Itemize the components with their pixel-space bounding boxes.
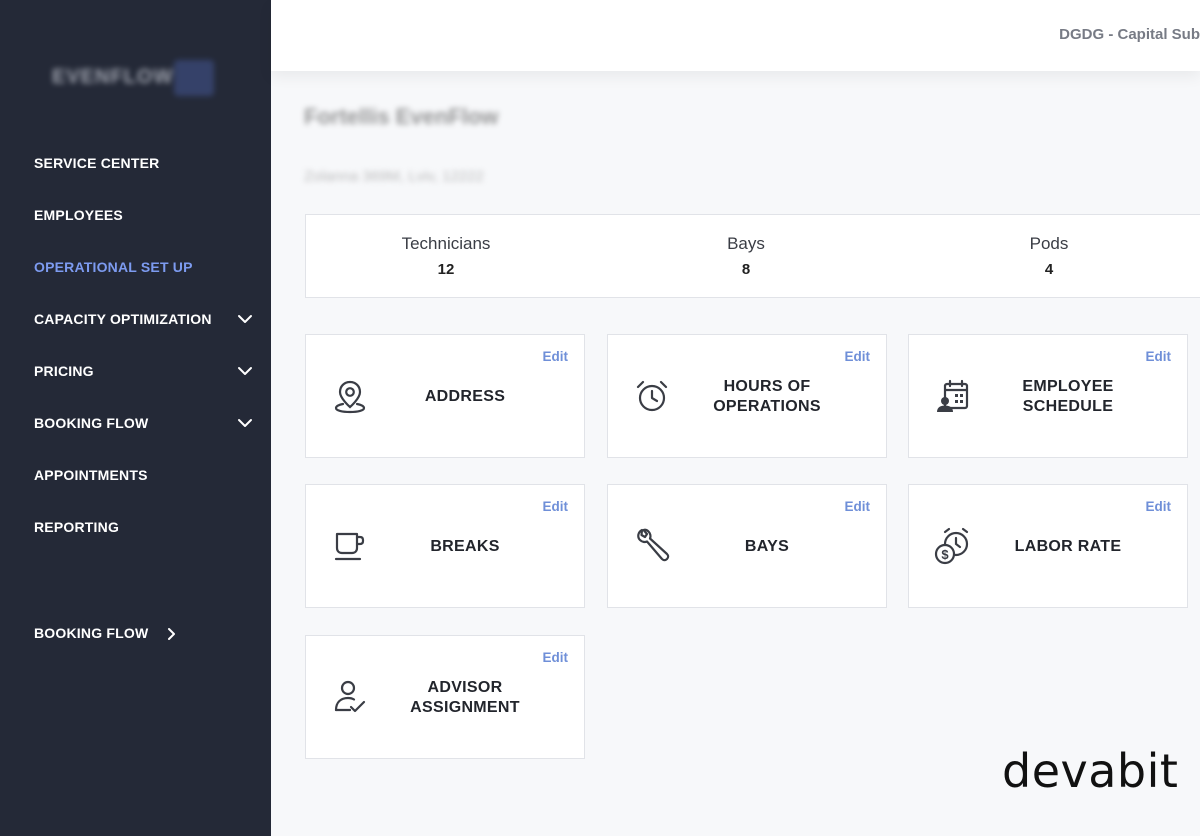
sidebar-item-appointments[interactable]: APPOINTMENTS [34, 465, 264, 485]
card-label: BREAKS [430, 538, 500, 555]
stat-label: Bays [727, 234, 765, 253]
sidebar-item-pricing[interactable]: PRICING [34, 361, 264, 381]
card-labor-rate[interactable]: Edit $ LABOR RATE [908, 484, 1188, 608]
card-label: ADDRESS [424, 388, 506, 405]
card-label: LABOR RATE [1014, 538, 1122, 555]
stat-value: 8 [741, 261, 751, 278]
card-advisor-assignment[interactable]: Edit ADVISOR ASSIGNMENT [305, 635, 585, 759]
stat-pods: Pods 4 [949, 233, 1149, 278]
stat-label: Pods [1029, 234, 1069, 253]
coffee-cup-icon [334, 532, 365, 561]
sidebar-item-label: APPOINTMENTS [34, 467, 148, 483]
sidebar-item-label: PRICING [34, 363, 94, 379]
sidebar-item-label: SERVICE CENTER [34, 155, 160, 171]
watermark: devabit [1002, 744, 1179, 798]
card-breaks[interactable]: Edit BREAKS [305, 484, 585, 608]
sidebar-item-label: CAPACITY OPTIMIZATION [34, 311, 212, 327]
sidebar-item-booking-flow[interactable]: BOOKING FLOW [34, 413, 264, 433]
card-label: EMPLOYEE SCHEDULE [1022, 378, 1114, 415]
card-employee-schedule[interactable]: Edit EMPLOYEE SCHEDULE [908, 334, 1188, 458]
sidebar-item-label: BOOKING FLOW [34, 415, 149, 431]
chevron-down-icon[interactable] [236, 310, 254, 328]
top-bar: DGDG - Capital Sub [271, 0, 1200, 71]
stat-technicians: Technicians 12 [346, 233, 546, 278]
app-logo[interactable]: EVENFLOW [52, 60, 214, 98]
card-label: HOURS OF OPERATIONS [713, 378, 821, 415]
sidebar-item-employees[interactable]: EMPLOYEES [34, 205, 264, 225]
sidebar-item-service-center[interactable]: SERVICE CENTER [34, 153, 264, 173]
card-bays[interactable]: Edit BAYS [607, 484, 887, 608]
stat-value: 12 [437, 261, 455, 278]
person-check-icon [334, 680, 366, 713]
calendar-person-icon [937, 379, 969, 412]
wrench-icon [637, 528, 670, 562]
chevron-right-icon[interactable] [164, 627, 178, 641]
logo-text: EVENFLOW [52, 66, 174, 88]
sidebar-item-label: EMPLOYEES [34, 207, 123, 223]
stat-value: 4 [1044, 261, 1054, 278]
page-title: Fortellis EvenFlow [304, 104, 499, 129]
sidebar: EVENFLOW SERVICE CENTER EMPLOYEES OPERAT… [0, 0, 271, 836]
sidebar-item-booking-flow-bottom[interactable]: BOOKING FLOW [34, 623, 264, 643]
svg-text:$: $ [941, 547, 949, 562]
sidebar-item-label: BOOKING FLOW [34, 625, 149, 641]
account-name[interactable]: DGDG - Capital Sub [1059, 26, 1200, 43]
chevron-down-icon[interactable] [236, 362, 254, 380]
card-hours-of-operations[interactable]: Edit HOURS OF OPERATIONS [607, 334, 887, 458]
sidebar-item-capacity-optimization[interactable]: CAPACITY OPTIMIZATION [34, 309, 264, 329]
card-label: ADVISOR ASSIGNMENT [410, 679, 520, 716]
sidebar-item-label: REPORTING [34, 519, 120, 535]
card-label: BAYS [744, 538, 790, 555]
location-pin-icon [334, 380, 366, 414]
sidebar-item-label: OPERATIONAL SET UP [34, 259, 193, 275]
card-address[interactable]: Edit ADDRESS [305, 334, 585, 458]
alarm-clock-icon [636, 380, 668, 412]
logo-badge [174, 60, 214, 96]
sidebar-item-operational-set-up[interactable]: OPERATIONAL SET UP [34, 257, 264, 277]
stat-label: Technicians [401, 234, 491, 253]
chevron-down-icon[interactable] [236, 414, 254, 432]
sidebar-item-reporting[interactable]: REPORTING [34, 517, 264, 537]
clock-dollar-icon: $ [934, 527, 969, 565]
stat-bays: Bays 8 [646, 233, 846, 278]
page-subtitle: Zolanna 369M, Lviv, 12222 [304, 168, 484, 185]
stats-bar: Technicians 12 Bays 8 Pods 4 [305, 214, 1200, 298]
